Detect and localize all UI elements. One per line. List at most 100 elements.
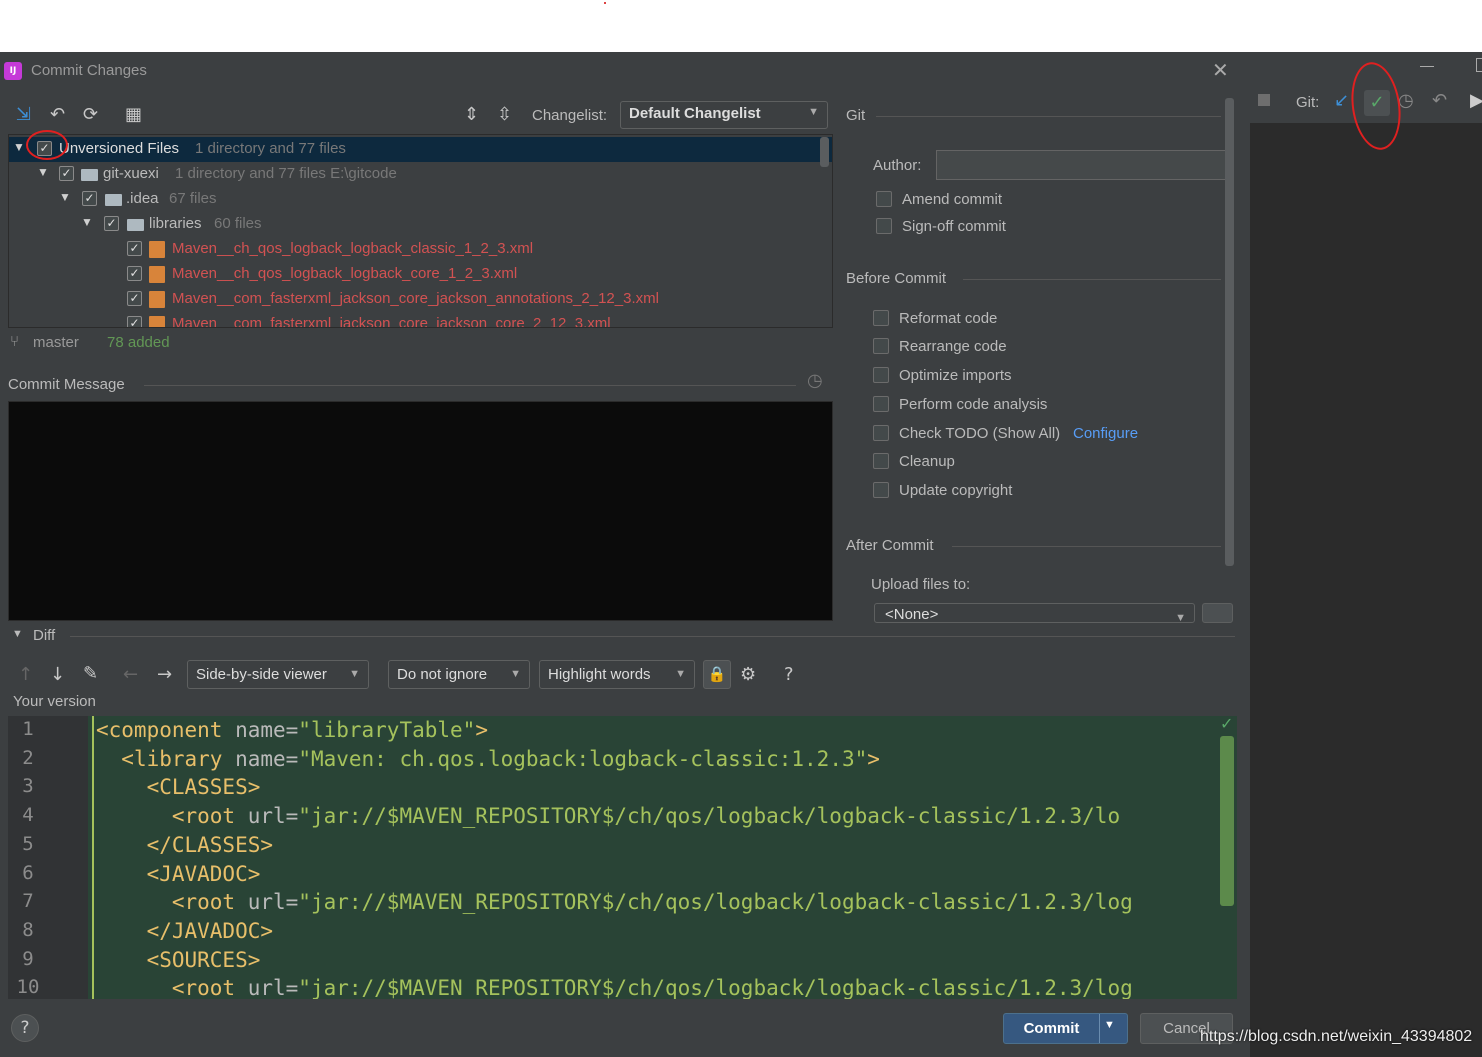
lock-icon[interactable]: 🔒 [703, 660, 731, 689]
changelist-label: Changelist: [532, 107, 608, 124]
intellij-logo-icon: IJ [4, 62, 22, 80]
update-project-icon[interactable]: ↙ [1334, 90, 1349, 111]
line-number: 5 [22, 832, 34, 855]
chevron-down-icon: ▼ [349, 668, 360, 680]
code-line: <JAVADOC> [96, 861, 261, 886]
check-todo-label: Check TODO (Show All) [899, 425, 1061, 442]
tree-row-file[interactable]: ✓ Maven__ch_qos_logback_logback_classic_… [9, 237, 832, 262]
checkbox[interactable]: ✓ [59, 166, 74, 181]
run-icon[interactable]: ▶ [1470, 90, 1482, 111]
ignore-select[interactable]: Do not ignore ▼ [388, 660, 530, 689]
tree-item-meta: 1 directory and 77 files [195, 140, 346, 157]
tree-row-idea[interactable]: ▼ ✓ .idea 67 files [9, 187, 832, 212]
stop-icon[interactable] [1258, 94, 1270, 106]
tree-row-git-xuexi[interactable]: ▼ ✓ git-xuexi 1 directory and 77 files E… [9, 162, 832, 187]
upload-label: Upload files to: [871, 576, 971, 593]
commit-options-chevron-icon[interactable]: ▼ [1104, 1019, 1115, 1031]
cleanup-checkbox[interactable] [873, 453, 889, 469]
refresh-icon[interactable]: ⟳ [83, 104, 98, 125]
next-file-icon[interactable]: → [157, 664, 172, 685]
show-diff-icon[interactable]: ⇲ [16, 104, 31, 125]
reformat-checkbox[interactable] [873, 310, 889, 326]
author-label: Author: [873, 157, 922, 174]
line-number: 3 [22, 775, 34, 798]
expand-arrow-icon[interactable]: ▼ [13, 140, 25, 154]
group-by-icon[interactable]: ▦ [125, 104, 142, 125]
checkbox[interactable]: ✓ [127, 316, 142, 327]
signoff-checkbox[interactable] [876, 218, 892, 234]
code-line: </CLASSES> [96, 833, 273, 857]
tree-item-name: libraries [149, 215, 202, 232]
close-icon[interactable]: ✕ [1212, 58, 1229, 82]
rearrange-checkbox[interactable] [873, 338, 889, 354]
minimize-icon[interactable] [1420, 66, 1434, 67]
tree-item-name: Maven__ch_qos_logback_logback_core_1_2_3… [172, 265, 518, 282]
tree-row-libraries[interactable]: ▼ ✓ libraries 60 files [9, 212, 832, 237]
options-scrollbar[interactable] [1225, 98, 1234, 566]
rollback-icon[interactable]: ↶ [50, 104, 65, 125]
code-line: </JAVADOC> [96, 919, 273, 943]
code-token: "Maven: ch.qos.logback:logback-classic:1… [298, 746, 868, 771]
code-token: url= [235, 804, 299, 829]
tree-row-file[interactable]: ✓ Maven__com_fasterxml_jackson_core_jack… [9, 287, 832, 312]
after-commit-title: After Commit [846, 537, 934, 554]
help-button[interactable]: ? [11, 1014, 39, 1042]
next-diff-icon[interactable]: ↓ [50, 664, 65, 685]
changelist-value: Default Changelist [629, 105, 761, 122]
git-label: Git: [1296, 94, 1320, 111]
checkbox[interactable]: ✓ [127, 266, 142, 281]
changelist-select[interactable]: Default Changelist ▼ [620, 101, 828, 129]
update-copyright-checkbox[interactable] [873, 482, 889, 498]
previous-file-icon[interactable]: ← [123, 664, 138, 685]
tree-item-meta: 67 files [169, 190, 217, 207]
upload-config-button[interactable] [1202, 603, 1233, 623]
code-token: <JAVADOC> [146, 861, 261, 886]
checkbox[interactable]: ✓ [104, 216, 119, 231]
viewer-select[interactable]: Side-by-side viewer ▼ [187, 660, 369, 689]
editor-scrollbar[interactable] [1220, 736, 1234, 906]
tree-row-file[interactable]: ✓ Maven__ch_qos_logback_logback_core_1_2… [9, 262, 832, 287]
amend-checkbox[interactable] [876, 191, 892, 207]
author-input[interactable] [936, 150, 1229, 180]
commit-button-label: Commit [1023, 1020, 1080, 1037]
code-token: "jar://$MAVEN_REPOSITORY$/ch/qos/logback… [298, 804, 1121, 829]
upload-select[interactable]: <None> ▼ [874, 603, 1195, 623]
commit-button[interactable]: Commit ▼ [1003, 1013, 1128, 1044]
split-divider [1099, 1014, 1100, 1043]
highlight-select[interactable]: Highlight words ▼ [539, 660, 695, 689]
checkbox[interactable]: ✓ [82, 191, 97, 206]
maximize-icon[interactable] [1476, 58, 1482, 72]
checkbox[interactable]: ✓ [127, 291, 142, 306]
commit-message-input[interactable] [8, 401, 833, 621]
message-history-icon[interactable]: ◷ [807, 370, 823, 391]
separator [144, 385, 796, 386]
check-todo-checkbox[interactable] [873, 425, 889, 441]
branch-name[interactable]: master [33, 334, 79, 351]
tree-scrollbar[interactable] [820, 137, 829, 167]
configure-link[interactable]: Configure [1073, 425, 1138, 442]
highlight-value: Highlight words [548, 666, 651, 683]
collapse-all-icon[interactable]: ⇳ [497, 104, 512, 125]
gear-icon[interactable]: ⚙ [740, 664, 756, 685]
code-analysis-checkbox[interactable] [873, 396, 889, 412]
diff-help-icon[interactable]: ? [784, 664, 794, 685]
reformat-label: Reformat code [899, 310, 998, 327]
code-token: name= [222, 718, 299, 742]
checkbox[interactable]: ✓ [127, 241, 142, 256]
expand-arrow-icon[interactable]: ▼ [37, 165, 49, 179]
expand-arrow-icon[interactable]: ▼ [81, 215, 93, 229]
line-number: 10 [16, 976, 40, 999]
tree-row-unversioned[interactable]: ▼ ✓ Unversioned Files 1 directory and 77… [9, 137, 832, 162]
line-number: 4 [22, 804, 34, 827]
edit-source-icon[interactable]: ✎ [83, 663, 98, 684]
expand-all-icon[interactable]: ⇕ [464, 104, 479, 125]
diff-editor[interactable]: 1 2 3 4 5 6 7 8 9 10 <component name="libraryTabl… [8, 716, 1237, 999]
rollback-icon[interactable]: ↶ [1432, 90, 1447, 111]
collapse-diff-icon[interactable]: ▼ [12, 628, 23, 640]
previous-diff-icon[interactable]: ↑ [18, 664, 33, 685]
optimize-imports-checkbox[interactable] [873, 367, 889, 383]
tree-row-file[interactable]: ✓ Maven__com_fasterxml_jackson_core_jack… [9, 312, 832, 327]
code-line: <component name="libraryTable"> [96, 718, 488, 742]
expand-arrow-icon[interactable]: ▼ [59, 190, 71, 204]
